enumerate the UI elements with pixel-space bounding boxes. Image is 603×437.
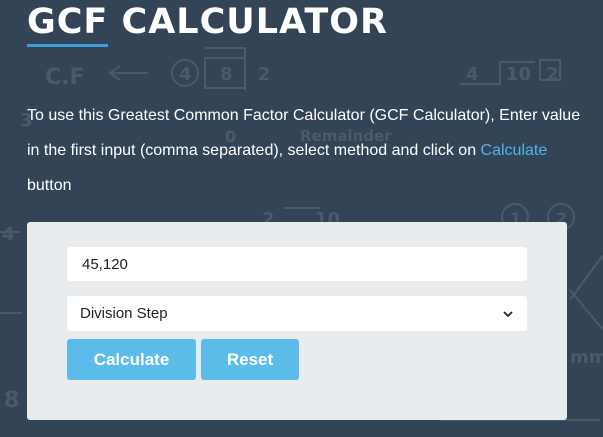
method-select-value: Division Step bbox=[80, 305, 168, 322]
bg-label: 2 bbox=[546, 64, 559, 85]
reset-button[interactable]: Reset bbox=[201, 339, 299, 380]
title-underline bbox=[27, 44, 108, 47]
bg-label: 4 bbox=[179, 64, 192, 85]
method-select[interactable]: Division Step bbox=[67, 296, 527, 331]
bg-label: mm bbox=[570, 347, 603, 368]
bg-label: C.F bbox=[45, 65, 85, 90]
calculator-panel: Division Step Calculate Reset bbox=[27, 222, 567, 420]
bg-label: 10 bbox=[506, 64, 531, 85]
bg-label: 8 bbox=[220, 64, 233, 85]
bg-label: 4 bbox=[466, 64, 479, 85]
bg-label: 4 bbox=[2, 224, 15, 245]
intro-text: To use this Greatest Common Factor Calcu… bbox=[27, 98, 587, 203]
numbers-input[interactable] bbox=[67, 247, 527, 281]
calculate-link[interactable]: Calculate bbox=[481, 142, 548, 159]
calculate-button[interactable]: Calculate bbox=[67, 339, 196, 380]
bg-label: 2 bbox=[258, 64, 271, 85]
intro-text-after-link: button bbox=[27, 177, 72, 194]
chevron-down-icon bbox=[503, 310, 513, 317]
bg-label: 8 bbox=[4, 388, 19, 413]
page-title: GCF CALCULATOR bbox=[27, 2, 388, 42]
